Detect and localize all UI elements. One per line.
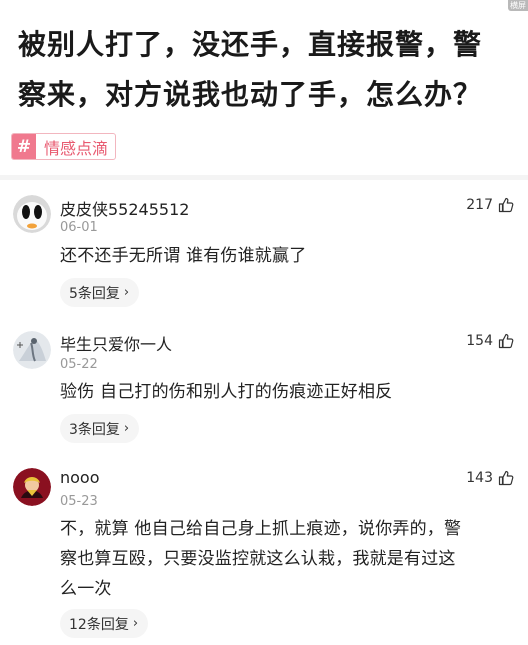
chevron-right-icon: › xyxy=(123,421,130,436)
view-replies-button[interactable]: 12条回复 › xyxy=(60,609,149,638)
view-replies-button[interactable]: 5条回复 › xyxy=(60,278,140,307)
username[interactable]: 毕生只爱你一人 xyxy=(60,331,172,355)
question-line-2: 察来，对方说我也动了手，怎么办？ xyxy=(18,78,483,111)
orientation-badge[interactable]: 横屏 xyxy=(508,0,528,11)
comment-text: 验伤 自己打的伤和别人打的伤痕迹正好相反 xyxy=(60,377,520,407)
comment-text-line: 么一次 xyxy=(60,579,112,599)
section-divider xyxy=(0,175,528,180)
cartoon-face-avatar-icon xyxy=(13,195,51,233)
comment-date: 06-01 xyxy=(60,220,98,235)
chevron-right-icon: › xyxy=(123,285,130,300)
hashtag-icon: # xyxy=(12,134,36,159)
comment-date: 05-22 xyxy=(60,357,98,372)
comment-text-line: 验伤 自己打的伤和别人打的伤痕迹正好相反 xyxy=(60,382,393,402)
ink-figure-avatar-icon xyxy=(13,331,51,369)
question-title: 被别人打了，没还手，直接报警，警 察来，对方说我也动了手，怎么办？ xyxy=(18,20,518,120)
avatar[interactable] xyxy=(13,195,51,233)
character-avatar-icon xyxy=(13,468,51,506)
like-button[interactable]: 217 xyxy=(466,197,514,213)
comment-date: 05-23 xyxy=(60,494,98,509)
comment-text-line: 还不还手无所谓 谁有伤谁就赢了 xyxy=(60,246,307,266)
thumbs-up-icon xyxy=(498,470,514,486)
comment-text-line: 不，就算 他自己给自己身上抓上痕迹，说你弄的，警 xyxy=(60,519,462,539)
thumbs-up-icon xyxy=(498,197,514,213)
comment-text: 还不还手无所谓 谁有伤谁就赢了 xyxy=(60,241,520,271)
like-button[interactable]: 143 xyxy=(466,470,514,486)
topic-label: 情感点滴 xyxy=(44,138,109,158)
username[interactable]: 皮皮侠55245512 xyxy=(60,196,189,220)
topic-tag[interactable]: # 情感点滴 xyxy=(11,133,117,160)
like-count: 217 xyxy=(466,197,493,213)
reply-count: 5条回复 xyxy=(69,285,120,302)
comment-text: 不，就算 他自己给自己身上抓上痕迹，说你弄的，警 察也算互殴，只要没监控就这么认… xyxy=(60,514,520,604)
reply-count: 3条回复 xyxy=(69,421,120,438)
like-count: 143 xyxy=(466,470,493,486)
view-replies-button[interactable]: 3条回复 › xyxy=(60,414,140,443)
avatar[interactable] xyxy=(13,468,51,506)
like-button[interactable]: 154 xyxy=(466,333,514,349)
chevron-right-icon: › xyxy=(132,616,139,631)
reply-count: 12条回复 xyxy=(69,616,129,633)
like-count: 154 xyxy=(466,333,493,349)
thumbs-up-icon xyxy=(498,333,514,349)
question-line-1: 被别人打了，没还手，直接报警，警 xyxy=(18,28,483,61)
avatar[interactable] xyxy=(13,331,51,369)
username[interactable]: nooo xyxy=(60,468,100,487)
comment-text-line: 察也算互殴，只要没监控就这么认栽，我就是有过这 xyxy=(60,549,456,569)
